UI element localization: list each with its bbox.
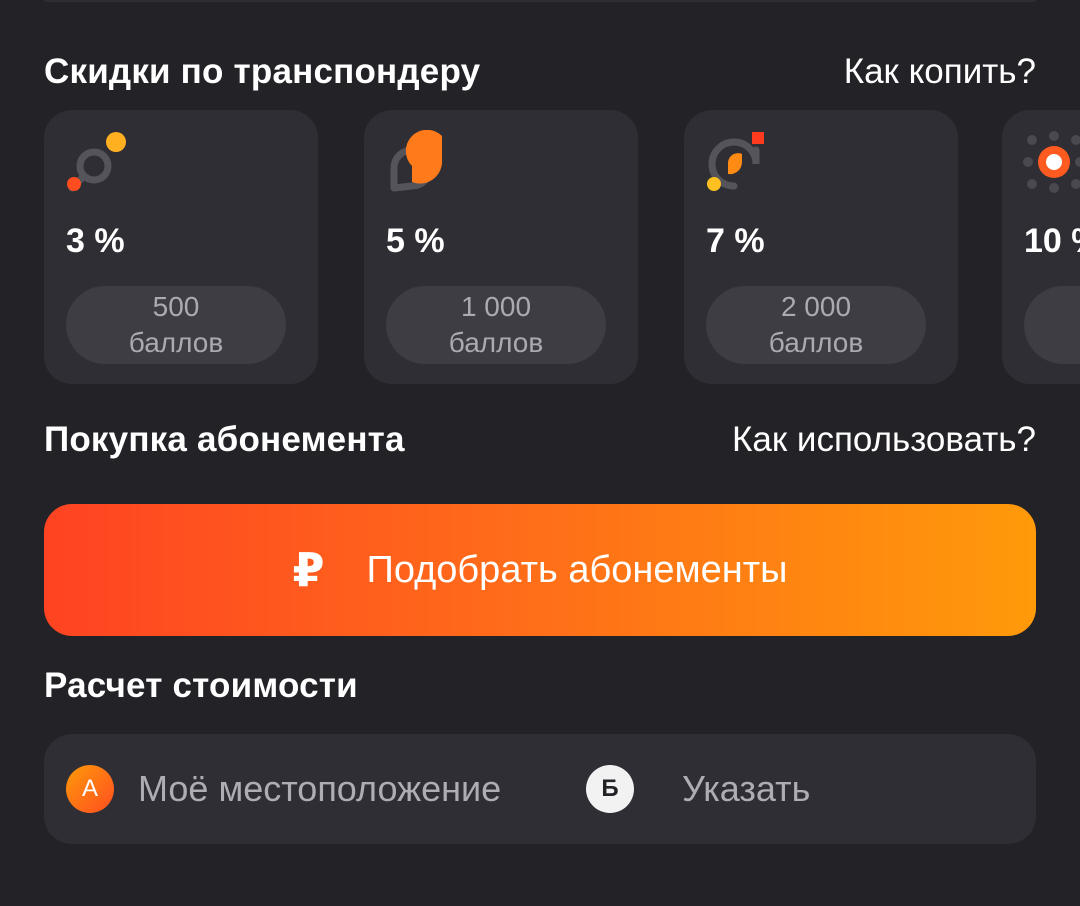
tier-2-icon: [390, 130, 443, 192]
points-unit: баллов: [128, 327, 224, 358]
top-divider: [44, 0, 1036, 2]
choose-subscriptions-button[interactable]: ₽ Подобрать абонементы: [44, 504, 1036, 636]
how-to-use-link[interactable]: Как использовать?: [732, 420, 1036, 460]
discount-percent: 3 %: [66, 222, 125, 260]
choose-subscriptions-label: Подобрать абонементы: [366, 548, 788, 591]
points-badge: 1 000 баллов: [386, 286, 606, 364]
point-a-badge: А: [66, 765, 114, 813]
cost-title: Расчет стоимости: [44, 666, 358, 705]
discount-card[interactable]: 3 % 500 баллов: [44, 110, 318, 384]
discount-card[interactable]: 10 %: [1002, 110, 1080, 384]
from-location-field[interactable]: Моё местоположение: [138, 766, 501, 812]
to-location-field[interactable]: Указать: [682, 766, 810, 812]
tier-4-icon: [1023, 131, 1080, 193]
points-value: 500: [152, 291, 200, 322]
points-badge: [1024, 286, 1080, 364]
points-value: 1 000: [460, 291, 532, 322]
tier-3-icon: [707, 132, 764, 191]
subscription-title: Покупка абонемента: [44, 420, 405, 459]
discount-card[interactable]: 7 % 2 000 баллов: [684, 110, 958, 384]
points-badge: 2 000 баллов: [706, 286, 926, 364]
how-to-earn-link[interactable]: Как копить?: [844, 52, 1036, 92]
points-unit: баллов: [448, 327, 544, 358]
discount-cards-carousel[interactable]: 3 % 500 баллов 5 % 1 000 баллов 7 % 2 00…: [44, 110, 1080, 384]
cost-header: Расчет стоимости: [44, 666, 1036, 706]
subscription-header: Покупка абонемента Как использовать?: [44, 420, 1036, 460]
transponder-title: Скидки по транспондеру: [44, 52, 481, 91]
points-value: 2 000: [780, 291, 852, 322]
discount-percent: 5 %: [386, 222, 445, 260]
point-b-badge: Б: [586, 765, 634, 813]
discount-card[interactable]: 5 % 1 000 баллов: [364, 110, 638, 384]
discount-percent: 10 %: [1024, 222, 1080, 260]
discount-percent: 7 %: [706, 222, 765, 260]
transponder-header: Скидки по транспондеру Как копить?: [44, 52, 1036, 92]
ruble-icon: ₽: [292, 544, 325, 596]
points-badge: 500 баллов: [66, 286, 286, 364]
tier-1-icon: [67, 132, 126, 192]
route-picker: А Моё местоположение Б Указать: [44, 734, 1036, 844]
points-unit: баллов: [768, 327, 864, 358]
